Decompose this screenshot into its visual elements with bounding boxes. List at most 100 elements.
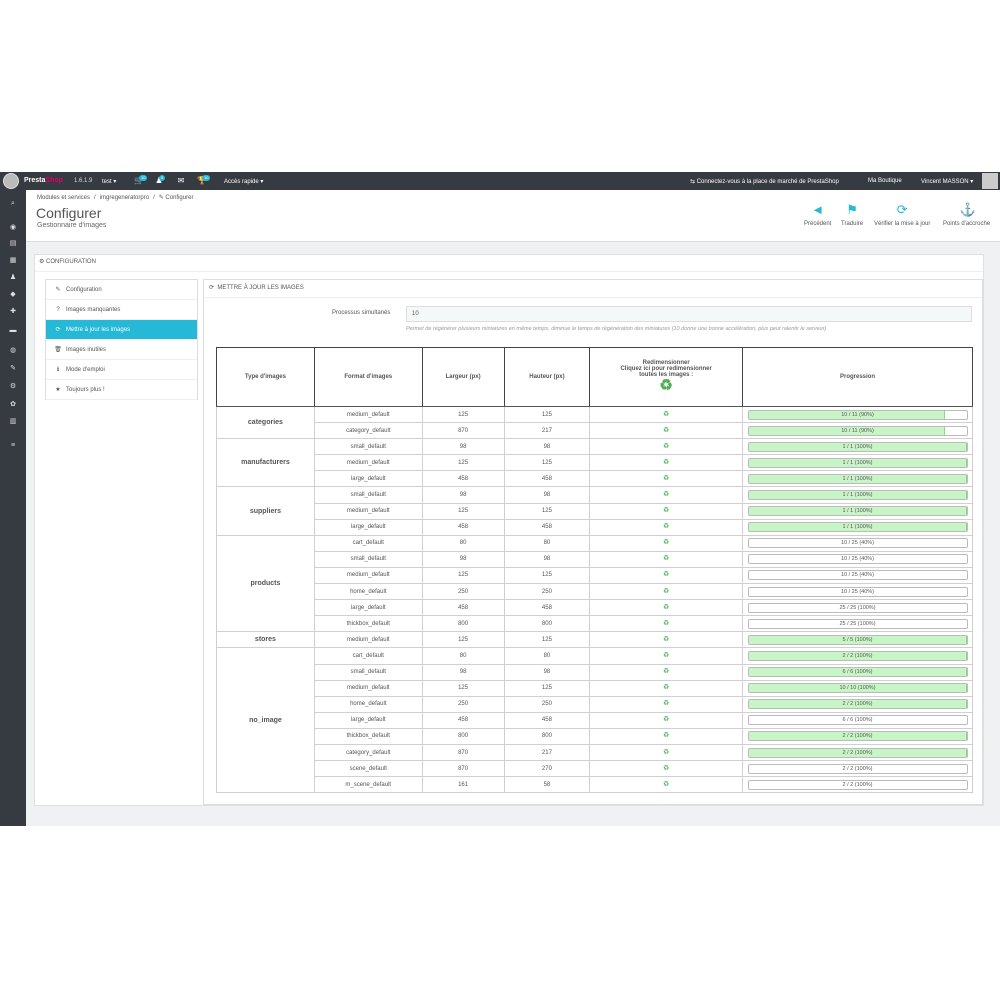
quick-access-menu[interactable]: Accès rapide ▾ (224, 178, 263, 185)
recycle-icon[interactable]: ♻ (663, 539, 669, 546)
progress-text: 10 / 25 (40%) (840, 588, 875, 595)
recycle-icon[interactable]: ♻ (663, 443, 669, 450)
recycle-icon[interactable]: ♻ (663, 636, 669, 643)
search-icon[interactable]: ⌕ (9, 200, 17, 208)
width-cell: 80 (421, 647, 505, 665)
orders-icon[interactable]: ▦ (9, 257, 17, 265)
toolbar-button-anchor[interactable]: ⚓ Points d'accroche (943, 203, 991, 228)
dashboard-icon[interactable]: ◉ (9, 224, 17, 232)
recycle-icon[interactable]: ♻ (663, 491, 669, 498)
progress-text: 1 / 1 (100%) (842, 443, 873, 450)
customers-icon[interactable]: ♟ (9, 274, 17, 282)
recycle-icon[interactable]: ♻ (663, 732, 669, 739)
recycle-icon[interactable]: ♻ (663, 716, 669, 723)
shipping-icon[interactable]: ▬ (9, 327, 17, 335)
col-resize: Redimensionner Cliquez ici pour redimens… (589, 347, 743, 407)
catalog-icon[interactable]: ▤ (9, 240, 17, 248)
progress-text: 25 / 25 (100%) (839, 604, 876, 611)
recycle-icon[interactable]: ♻ (663, 411, 669, 418)
menu-item-trash[interactable]: 🗑 Images inutiles (46, 340, 197, 360)
shop-selector[interactable]: test ▾ (102, 178, 116, 185)
recycle-icon[interactable]: ♻ (663, 427, 669, 434)
progress-bar: 10 / 25 (40%) (747, 538, 968, 549)
flag-icon: ⚑ (846, 202, 858, 217)
recycle-icon[interactable]: ♻ (663, 555, 669, 562)
envelope-icon[interactable]: ✉ (176, 176, 186, 185)
height-cell: 250 (503, 695, 591, 713)
progress-cell: 25 / 25 (100%) (742, 599, 973, 617)
menu-item-question[interactable]: ? Images manquantes (46, 300, 197, 320)
format-cell: small_default (313, 486, 423, 504)
table-row: manufacturers small_default 98 98 ♻ 1 / 1 (10… (216, 438, 973, 488)
prestashop-logo[interactable] (3, 173, 19, 189)
toolbar-button-back[interactable]: ◄ Précédent (804, 203, 831, 228)
recycle-icon[interactable]: ♻ (663, 571, 669, 578)
pencil-icon: ✎ (55, 287, 61, 293)
menu-item-star[interactable]: ★ Toujours plus ! (46, 380, 197, 400)
recycle-icon[interactable]: ♻ (663, 765, 669, 772)
table-row: large_default 458 458 ♻ 6 / 6 (100%) (217, 711, 973, 729)
width-cell: 250 (421, 695, 505, 713)
recycle-icon[interactable]: ♻ (663, 620, 669, 627)
configuration-panel: ⚙ CONFIGURATION ✎ Configuration? Images ma… (34, 254, 984, 806)
preferences-icon[interactable]: ✎ (9, 365, 17, 373)
toolbar-button-refresh[interactable]: ⟳ Vérifier la mise à jour (874, 203, 930, 228)
cart-icon[interactable]: 🛒 10 (134, 175, 148, 185)
width-cell: 98 (421, 438, 505, 456)
height-cell: 98 (503, 550, 591, 568)
user-menu[interactable]: Vincent MASSON ▾ (921, 178, 973, 185)
recycle-icon[interactable]: ♻ (663, 507, 669, 514)
progress-cell: 1 / 1 (100%) (742, 518, 973, 536)
recycle-icon[interactable]: ♻ (663, 781, 669, 788)
recycle-icon[interactable]: ♻ (663, 684, 669, 691)
progress-bar: 2 / 2 (100%) (747, 747, 968, 758)
progress-bar: 1 / 1 (100%) (747, 441, 968, 452)
format-cell: medium_default (313, 631, 423, 649)
trophy-icon[interactable]: 🏆 10 (197, 175, 211, 185)
table-row: large_default 458 458 ♻ 1 / 1 (100%) (217, 470, 973, 488)
resize-cell: ♻ (589, 599, 743, 617)
recycle-icon[interactable]: ♻ (663, 668, 669, 675)
toolbar-button-label: Points d'accroche (943, 221, 991, 227)
price-rules-icon[interactable]: ◆ (9, 291, 17, 299)
recycle-icon[interactable]: ♻ (663, 475, 669, 482)
table-row: large_default 458 458 ♻ 1 / 1 (100%) (217, 518, 973, 536)
progress-cell: 1 / 1 (100%) (742, 454, 973, 472)
height-cell: 800 (503, 615, 591, 633)
my-shop-link[interactable]: Ma Boutique (868, 178, 902, 184)
menu-icon[interactable]: ≡ (9, 442, 17, 450)
localization-icon[interactable]: ◍ (9, 347, 17, 355)
recycle-icon[interactable]: ♻ (663, 523, 669, 530)
breadcrumb-item[interactable]: imgregeneratorpro (100, 195, 149, 201)
menu-item-label: Images manquantes (66, 307, 121, 313)
progress-text: 10 / 25 (40%) (840, 572, 875, 579)
breadcrumb-item[interactable]: Modules et services (37, 195, 90, 201)
recycle-icon[interactable]: ♻ (663, 604, 669, 611)
avatar[interactable] (982, 173, 998, 189)
height-cell: 80 (503, 534, 591, 552)
progress-text: 10 / 11 (90%) (841, 411, 874, 418)
advanced-icon[interactable]: ⚙ (9, 383, 17, 391)
modules-icon[interactable]: ✚ (9, 308, 17, 316)
marketplace-link[interactable]: ⇆ Connectez-vous à la place de marché de… (690, 178, 839, 185)
recycle-icon[interactable]: ♻ (663, 749, 669, 756)
process-input[interactable]: 10 (406, 306, 972, 322)
administration-icon[interactable]: ✿ (9, 401, 17, 409)
menu-item-refresh[interactable]: ⟳ Mettre à jour les images (46, 320, 197, 340)
menu-item-info[interactable]: ℹ Mode d'emploi (46, 360, 197, 380)
recycle-icon[interactable]: ♻ (663, 588, 669, 595)
resize-cell: ♻ (589, 502, 743, 520)
stats-icon[interactable]: ▥ (9, 418, 17, 426)
recycle-icon[interactable]: ♻ (663, 459, 669, 466)
format-cell: thickbox_default (313, 727, 423, 745)
progress-cell: 2 / 2 (100%) (742, 743, 973, 762)
user-icon[interactable]: ♟ 5 (154, 175, 166, 185)
toolbar-button-flag[interactable]: ⚑ Traduire (841, 202, 863, 228)
resize-all-recycle-icon[interactable]: ♻ (590, 378, 742, 394)
recycle-icon[interactable]: ♻ (663, 700, 669, 707)
recycle-icon[interactable]: ♻ (663, 652, 669, 659)
menu-item-pencil[interactable]: ✎ Configuration (46, 280, 197, 300)
breadcrumb-separator: / (153, 195, 155, 201)
table-row: medium_default 125 125 ♻ 1 / 1 (100%) (217, 502, 973, 520)
breadcrumb-item[interactable]: ✎ Configurer (159, 195, 194, 201)
